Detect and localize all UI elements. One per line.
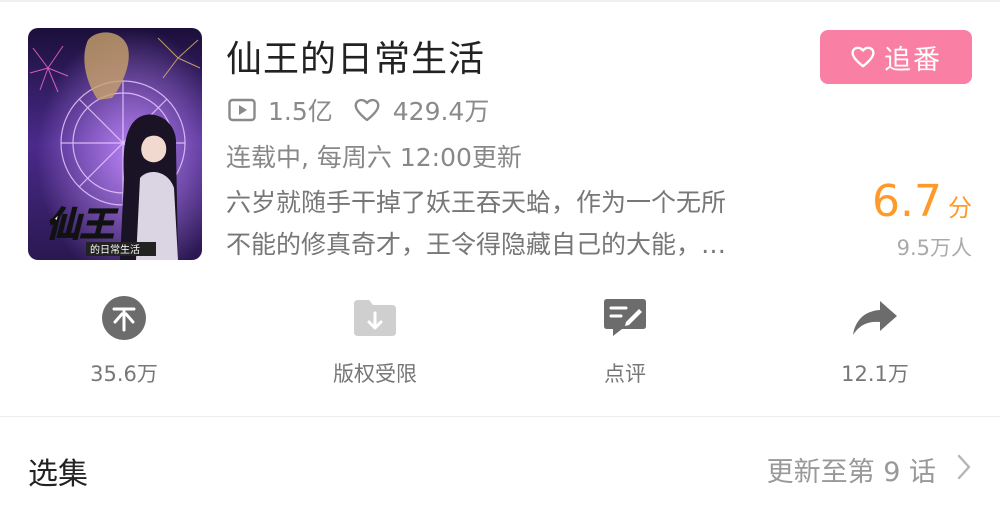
rater-count: 9.5万人 [896, 236, 972, 260]
heart-icon [850, 45, 876, 69]
like-count: 429.4万 [392, 97, 490, 126]
cover-subtitle: 的日常生活 [90, 243, 140, 256]
download-button[interactable]: 版权受限 [275, 296, 475, 388]
description-line: 六岁就随手干掉了妖王吞天蛤，作为一个无所 [226, 188, 727, 217]
heart-outline-icon [353, 97, 381, 123]
stats-row: 1.5亿 429.4万 [228, 92, 489, 128]
coin-button[interactable]: 35.6万 [24, 296, 224, 388]
download-label: 版权受限 [333, 362, 417, 386]
follow-button[interactable]: 追番 [820, 30, 972, 84]
episodes-label: 选集 [28, 457, 88, 492]
episodes-update-status: 更新至第 9 话 [766, 457, 936, 488]
review-icon [602, 296, 648, 340]
top-divider [0, 0, 1000, 2]
episode-selector[interactable]: 选集 更新至第 9 话 [0, 417, 1000, 510]
score-unit: 分 [948, 194, 972, 222]
share-icon [851, 296, 899, 340]
share-button[interactable]: 12.1万 [775, 296, 975, 388]
cover-image[interactable]: 仙王 的日常生活 [28, 28, 202, 260]
description-line: 不能的修真奇才，王令得隐藏自己的大能，… [226, 230, 727, 259]
coin-count: 35.6万 [90, 362, 158, 386]
update-schedule: 连载中, 每周六 12:00更新 [226, 143, 522, 172]
share-count: 12.1万 [841, 362, 909, 386]
review-button[interactable]: 点评 [525, 296, 725, 388]
score-value: 6.7 [872, 176, 942, 227]
anime-title: 仙王的日常生活 [226, 39, 486, 80]
follow-label: 追番 [884, 44, 942, 76]
play-count: 1.5亿 [268, 97, 333, 126]
rating-score: 6.7 分 [872, 176, 972, 227]
coin-icon [101, 296, 147, 340]
play-count-icon [228, 98, 256, 122]
description[interactable]: 六岁就随手干掉了妖王吞天蛤，作为一个无所 不能的修真奇才，王令得隐藏自己的大能，… [226, 182, 796, 266]
download-folder-icon [352, 296, 398, 340]
cover-logo: 仙王 [46, 205, 118, 245]
chevron-right-icon [956, 453, 972, 485]
review-label: 点评 [604, 362, 646, 386]
